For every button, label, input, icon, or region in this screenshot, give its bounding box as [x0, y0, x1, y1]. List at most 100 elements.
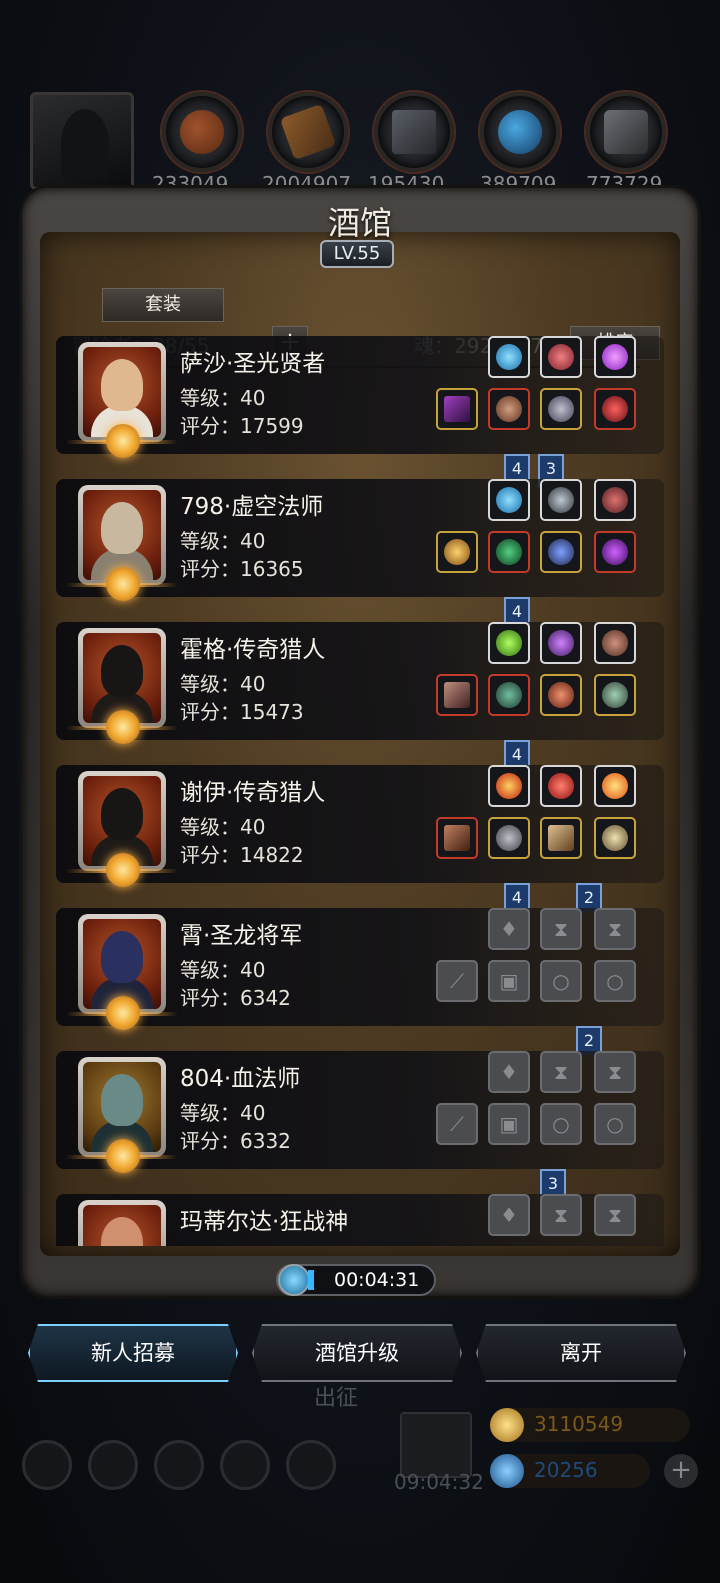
player-avatar[interactable]	[30, 92, 134, 190]
recruit-button[interactable]: 新人招募	[28, 1324, 238, 1382]
fire-icon[interactable]	[488, 765, 530, 807]
timer-icon	[278, 1264, 310, 1296]
leave-button[interactable]: 离开	[476, 1324, 686, 1382]
hero-card[interactable]: 霄·圣龙将军 等级：40 评分：6342 ♦ ⧗ ⧗ ⟋ ▣ ○ ○	[56, 908, 664, 1030]
suit-button[interactable]: 套装	[102, 288, 224, 322]
hero-name: 804·血法师	[180, 1066, 301, 1092]
empty-hourglass-slot-icon[interactable]: ⧗	[540, 908, 582, 950]
bracer-icon[interactable]	[540, 817, 582, 859]
gift-timer: 09:04:32	[394, 1470, 484, 1494]
rank-medal-icon	[106, 853, 140, 887]
mask-icon[interactable]	[540, 479, 582, 521]
robe-icon[interactable]	[488, 531, 530, 573]
gauntlet-icon[interactable]	[594, 388, 636, 430]
hero-list[interactable]: 萨沙·圣光贤者 等级：40 评分：17599 4 3 798·虚空法师 等级：4…	[56, 336, 664, 1246]
resource-meat-icon	[162, 92, 242, 172]
hero-level: 等级：40	[180, 1101, 266, 1125]
empty-staff-slot-icon[interactable]: ⟋	[436, 1103, 478, 1145]
hero-score: 评分：17599	[180, 414, 304, 438]
empty-armor-slot-icon[interactable]: ▣	[488, 1103, 530, 1145]
empty-hourglass-slot-icon[interactable]: ⧗	[594, 1194, 636, 1236]
antler-icon[interactable]	[540, 336, 582, 378]
ring-icon[interactable]	[594, 674, 636, 716]
empty-drop-slot-icon[interactable]: ♦	[488, 908, 530, 950]
empty-sword-slot-icon[interactable]: ⟋	[436, 960, 478, 1002]
crossbow-icon[interactable]	[436, 674, 478, 716]
empty-drop-slot-icon[interactable]: ♦	[488, 1194, 530, 1236]
empty-hourglass-slot-icon[interactable]: ⧗	[594, 908, 636, 950]
recruit-timer: 00:04:31	[276, 1264, 436, 1296]
empty-hourglass-slot-icon[interactable]: ⧗	[594, 1051, 636, 1093]
empty-armor-slot-icon[interactable]: ▣	[488, 960, 530, 1002]
blue-orb-icon[interactable]	[488, 336, 530, 378]
hero-level: 等级：40	[180, 672, 266, 696]
rank-medal-icon	[106, 1139, 140, 1173]
hero-portrait	[66, 628, 178, 744]
pendant-icon[interactable]	[594, 531, 636, 573]
mail-icon[interactable]	[220, 1440, 270, 1490]
hero-name: 玛蒂尔达·狂战神	[180, 1209, 349, 1235]
timer-progress	[308, 1270, 314, 1290]
resource-crystal-icon	[480, 92, 560, 172]
helmet-icon[interactable]	[594, 817, 636, 859]
hero-score: 评分：6342	[180, 986, 291, 1010]
hero-portrait	[66, 914, 178, 1030]
hero-score: 评分：14822	[180, 843, 304, 867]
empty-ring-slot-icon[interactable]: ○	[594, 960, 636, 1002]
hero-portrait	[66, 1057, 178, 1173]
hero-name: 萨沙·圣光贤者	[180, 351, 326, 377]
chestplate-icon[interactable]	[488, 817, 530, 859]
antler-icon[interactable]	[594, 622, 636, 664]
rifle-icon[interactable]	[436, 817, 478, 859]
empty-hourglass-slot-icon[interactable]: ⧗	[540, 1051, 582, 1093]
hero-score: 评分：16365	[180, 557, 304, 581]
hero-card[interactable]: 798·虚空法师 等级：40 评分：16365	[56, 479, 664, 601]
hero-card[interactable]: 玛蒂尔达·狂战神 ♦ ⧗ ⧗	[56, 1194, 664, 1246]
empty-ring-slot-icon[interactable]: ○	[540, 1103, 582, 1145]
hero-score: 评分：15473	[180, 700, 304, 724]
settings-gear-icon[interactable]	[22, 1440, 72, 1490]
hero-level: 等级：40	[180, 386, 266, 410]
brooch-icon[interactable]	[540, 674, 582, 716]
empty-ring-slot-icon[interactable]: ○	[594, 1103, 636, 1145]
box-icon[interactable]	[286, 1440, 336, 1490]
staff-icon[interactable]	[436, 388, 478, 430]
add-currency-button[interactable]: +	[664, 1454, 698, 1488]
hero-card[interactable]: 谢伊·传奇猎人 等级：40 评分：14822	[56, 765, 664, 887]
rank-medal-icon	[106, 567, 140, 601]
rank-medal-icon	[106, 996, 140, 1030]
resource-stone-icon	[374, 92, 454, 172]
blue-orb-icon[interactable]	[488, 479, 530, 521]
ruby-icon[interactable]	[540, 765, 582, 807]
hero-card[interactable]: 萨沙·圣光贤者 等级：40 评分：17599	[56, 336, 664, 458]
hero-name: 谢伊·传奇猎人	[180, 780, 326, 806]
hero-portrait	[66, 485, 178, 601]
horn-icon[interactable]	[594, 479, 636, 521]
shield-icon[interactable]	[154, 1440, 204, 1490]
empty-ring-slot-icon[interactable]: ○	[540, 960, 582, 1002]
fire-orb-icon[interactable]	[594, 765, 636, 807]
hero-portrait	[66, 771, 178, 887]
hero-name: 霄·圣龙将军	[180, 923, 303, 949]
tavern-level-badge: LV.55	[320, 240, 394, 268]
necklace-icon[interactable]	[540, 531, 582, 573]
purple-crystal-icon[interactable]	[594, 336, 636, 378]
armor-icon[interactable]	[488, 674, 530, 716]
armor-icon[interactable]	[488, 388, 530, 430]
rank-medal-icon	[106, 710, 140, 744]
empty-hourglass-slot-icon[interactable]: ⧗	[540, 1194, 582, 1236]
upgrade-tavern-button[interactable]: 酒馆升级	[252, 1324, 462, 1382]
hero-level: 等级：40	[180, 529, 266, 553]
gem-icon	[490, 1454, 524, 1488]
lantern-icon[interactable]	[540, 622, 582, 664]
green-flask-icon[interactable]	[488, 622, 530, 664]
hero-score: 评分：6332	[180, 1129, 291, 1153]
hero-card[interactable]: 804·血法师 等级：40 评分：6332 ♦ ⧗ ⧗ ⟋ ▣ ○ ○	[56, 1051, 664, 1173]
amulet-icon[interactable]	[540, 388, 582, 430]
page-title: 酒馆	[327, 204, 392, 242]
hero-card[interactable]: 霍格·传奇猎人 等级：40 评分：15473	[56, 622, 664, 744]
scepter-icon[interactable]	[436, 531, 478, 573]
empty-drop-slot-icon[interactable]: ♦	[488, 1051, 530, 1093]
star-icon[interactable]	[88, 1440, 138, 1490]
gift-box-icon[interactable]	[400, 1412, 472, 1478]
